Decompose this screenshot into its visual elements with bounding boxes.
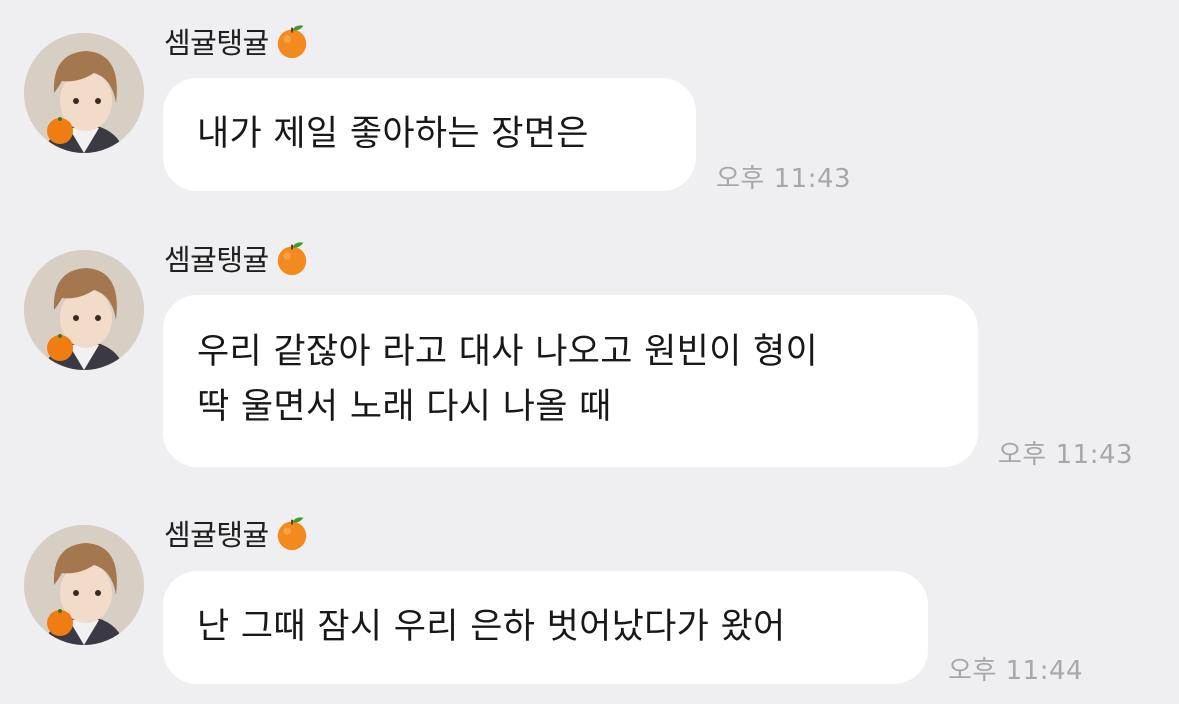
- timestamp: 오후 11:43: [716, 164, 852, 194]
- orange-emoji-icon: [277, 242, 306, 276]
- message-bubble[interactable]: 우리 같잖아 라고 대사 나오고 원빈이 형이 딱 울면서 노래 다시 나올 때: [163, 295, 978, 467]
- message-text: 내가 제일 좋아하는 장면은: [197, 114, 589, 154]
- message-text-line: 우리 같잖아 라고 대사 나오고 원빈이 형이: [197, 332, 819, 372]
- sender-name: 셈귤탱귤: [164, 237, 311, 279]
- timestamp: 오후 11:43: [998, 440, 1134, 470]
- orange-emoji-icon: [277, 517, 306, 551]
- sender-name: 셈귤탱귤: [164, 512, 311, 554]
- message-bubble[interactable]: 내가 제일 좋아하는 장면은: [163, 78, 696, 191]
- sender-label: 셈귤탱귤: [164, 243, 269, 277]
- message-text-line: 딱 울면서 노래 다시 나올 때: [197, 387, 612, 427]
- sender-name: 셈귤탱귤: [164, 20, 311, 62]
- avatar[interactable]: [24, 250, 144, 370]
- orange-emoji-icon: [277, 25, 306, 59]
- profile-photo-icon: [24, 33, 144, 153]
- timestamp: 오후 11:44: [948, 656, 1084, 686]
- avatar[interactable]: [24, 33, 144, 153]
- sender-label: 셈귤탱귤: [164, 26, 269, 60]
- profile-photo-icon: [24, 250, 144, 370]
- avatar[interactable]: [24, 525, 144, 645]
- sender-label: 셈귤탱귤: [164, 518, 269, 552]
- message-bubble[interactable]: 난 그때 잠시 우리 은하 벗어났다가 왔어: [163, 571, 928, 684]
- message-text: 난 그때 잠시 우리 은하 벗어났다가 왔어: [197, 607, 786, 647]
- profile-photo-icon: [24, 525, 144, 645]
